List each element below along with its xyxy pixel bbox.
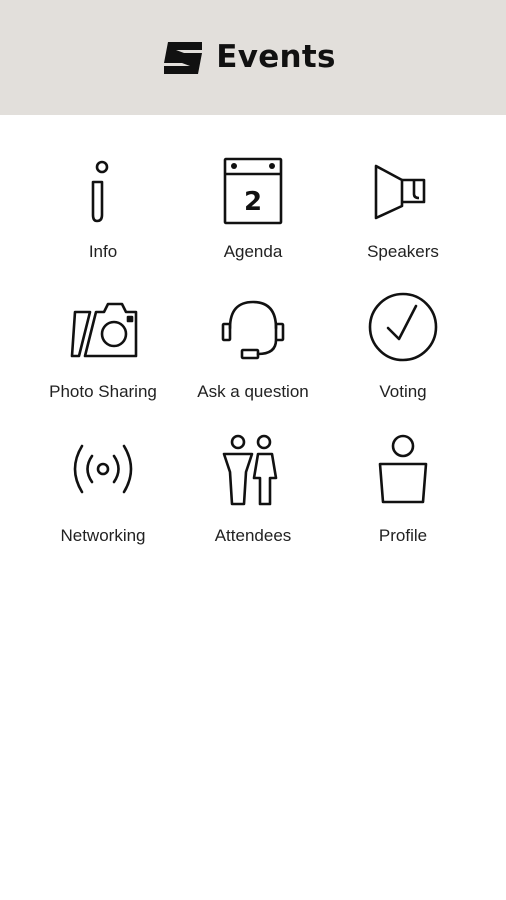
menu-item-speakers[interactable]: Speakers <box>328 150 478 280</box>
menu-item-label: Speakers <box>367 242 439 261</box>
menu-grid: Info 2 Agenda Speakers Photo Sharing Ask… <box>0 0 506 900</box>
attendees-icon <box>222 434 278 506</box>
menu-item-info[interactable]: Info <box>28 150 178 280</box>
headset-icon <box>221 300 285 360</box>
menu-item-label: Networking <box>60 526 146 545</box>
menu-item-label: Ask a question <box>197 382 309 401</box>
megaphone-icon <box>374 164 426 220</box>
menu-item-voting[interactable]: Voting <box>328 290 478 420</box>
menu-item-networking[interactable]: Networking <box>28 434 178 564</box>
menu-item-label: Profile <box>378 526 428 545</box>
menu-item-ask-a-question[interactable]: Ask a question <box>178 290 328 420</box>
calendar-day: 2 <box>244 187 262 217</box>
broadcast-icon <box>73 444 133 494</box>
checkmark-circle-icon <box>368 292 438 362</box>
menu-item-agenda[interactable]: 2 Agenda <box>178 150 328 280</box>
calendar-icon: 2 <box>223 157 283 225</box>
menu-item-label: Voting <box>379 382 427 401</box>
menu-item-label: Info <box>88 242 118 261</box>
menu-item-label: Photo Sharing <box>49 382 157 401</box>
menu-item-photo-sharing[interactable]: Photo Sharing <box>28 290 178 420</box>
info-icon <box>91 160 109 223</box>
menu-item-label: Attendees <box>214 526 292 545</box>
menu-item-label: Agenda <box>223 242 283 261</box>
menu-item-attendees[interactable]: Attendees <box>178 434 328 564</box>
profile-icon <box>378 434 428 504</box>
menu-item-profile[interactable]: Profile <box>328 434 478 564</box>
camera-icon <box>70 302 138 358</box>
